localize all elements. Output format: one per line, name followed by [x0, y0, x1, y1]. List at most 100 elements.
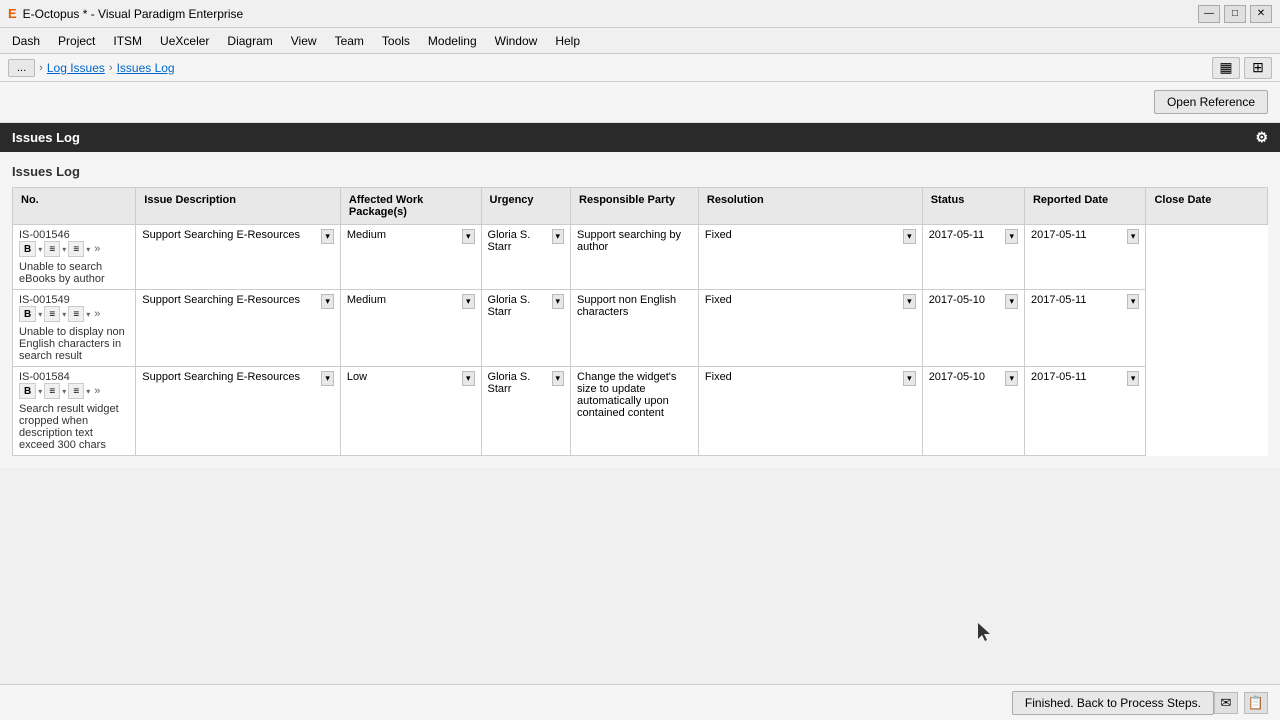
open-reference-button[interactable]: Open Reference — [1154, 90, 1268, 114]
cell-status-1: Fixed▾ — [698, 290, 922, 367]
menu-item-project[interactable]: Project — [50, 31, 103, 51]
cell-responsible-0: Gloria S. Starr ▾ — [481, 225, 571, 290]
main-content: Issues Log No. Issue Description Affecte… — [0, 152, 1280, 468]
menu-item-tools[interactable]: Tools — [374, 31, 418, 51]
close-date-dropdown[interactable]: ▾ — [1127, 229, 1140, 244]
affected-value: Support Searching E-Resources — [142, 371, 300, 383]
col-header-urgency: Urgency — [481, 188, 571, 225]
issue-description[interactable]: Search result widget cropped when descri… — [19, 403, 129, 451]
status-dropdown[interactable]: ▾ — [903, 294, 916, 309]
grid-view-icon[interactable]: ▦ — [1212, 57, 1240, 79]
cell-responsible-2: Gloria S. Starr ▾ — [481, 367, 571, 456]
menu-item-itsm[interactable]: ITSM — [105, 31, 150, 51]
status-dropdown[interactable]: ▾ — [903, 229, 916, 244]
list-btn-2[interactable]: ≡ — [68, 306, 84, 322]
close-date-value: 2017-05-11 — [1031, 371, 1086, 383]
close-button[interactable]: ✕ — [1250, 5, 1272, 23]
cell-status-0: Fixed ▾ — [698, 225, 922, 290]
reported-date-dropdown[interactable]: ▾ — [1005, 294, 1018, 309]
cell-status-2: Fixed ▾ — [698, 367, 922, 456]
responsible-value: Gloria S. Starr — [488, 229, 548, 253]
urgency-value: Medium — [347, 229, 386, 241]
cell-urgency-2: Low▾ — [340, 367, 481, 456]
cell-reported-date-0: 2017-05-11▾ — [922, 225, 1024, 290]
menu-item-dash[interactable]: Dash — [4, 31, 48, 51]
breadcrumb-bar: ... › Log Issues › Issues Log ▦ ⊞ — [0, 54, 1280, 82]
breadcrumb-ellipsis[interactable]: ... — [8, 59, 35, 77]
status-value: Fixed — [705, 229, 732, 241]
status-dropdown[interactable]: ▾ — [903, 371, 916, 386]
issue-id: IS-001546 — [19, 229, 129, 241]
urgency-dropdown[interactable]: ▾ — [462, 229, 475, 244]
window-controls: — □ ✕ — [1198, 5, 1272, 23]
issue-description[interactable]: Unable to search eBooks by author — [19, 261, 129, 285]
close-date-dropdown[interactable]: ▾ — [1127, 371, 1140, 386]
affected-value: Support Searching E-Resources — [142, 294, 300, 306]
table-row: IS-001546 B ▾ ≡ ▾ ≡ ▾ » Unable to search… — [13, 225, 1268, 290]
bold-btn[interactable]: B — [19, 306, 36, 322]
expand-btn[interactable]: » — [92, 243, 102, 255]
col-header-description: Issue Description — [136, 188, 341, 225]
urgency-dropdown[interactable]: ▾ — [462, 371, 475, 386]
expand-btn[interactable]: » — [92, 308, 102, 320]
app-title: E-Octopus * - Visual Paradigm Enterprise — [23, 7, 1198, 21]
list-btn-1[interactable]: ≡ — [44, 241, 60, 257]
affected-dropdown[interactable]: ▾ — [321, 229, 334, 244]
issue-description[interactable]: Unable to display non English characters… — [19, 326, 129, 362]
col-header-status: Status — [922, 188, 1024, 225]
table-body: IS-001546 B ▾ ≡ ▾ ≡ ▾ » Unable to search… — [13, 225, 1268, 456]
responsible-dropdown[interactable]: ▾ — [552, 229, 565, 244]
menu-item-view[interactable]: View — [283, 31, 325, 51]
breadcrumb-arrow-1: › — [39, 62, 43, 74]
responsible-dropdown[interactable]: ▾ — [552, 294, 565, 309]
menu-item-diagram[interactable]: Diagram — [219, 31, 280, 51]
email-icon[interactable]: ✉ — [1214, 692, 1238, 714]
issues-table: No. Issue Description Affected Work Pack… — [12, 187, 1268, 456]
breadcrumb-issues-log[interactable]: Issues Log — [117, 61, 175, 75]
menubar: DashProjectITSMUeXcelerDiagramViewTeamTo… — [0, 28, 1280, 54]
resolution-value: Change the widget's size to update autom… — [577, 371, 676, 419]
bold-btn[interactable]: B — [19, 241, 36, 257]
list-btn-2[interactable]: ≡ — [68, 383, 84, 399]
menu-item-team[interactable]: Team — [327, 31, 372, 51]
list-btn-1[interactable]: ≡ — [44, 306, 60, 322]
issues-log-settings-icon[interactable]: ⚙ — [1255, 129, 1268, 146]
expand-btn[interactable]: » — [92, 385, 102, 397]
reported-date-dropdown[interactable]: ▾ — [1005, 371, 1018, 386]
list-btn-1[interactable]: ≡ — [44, 383, 60, 399]
maximize-button[interactable]: □ — [1224, 5, 1246, 23]
affected-dropdown[interactable]: ▾ — [321, 371, 334, 386]
bold-btn[interactable]: B — [19, 383, 36, 399]
menu-item-window[interactable]: Window — [487, 31, 546, 51]
cursor — [978, 623, 990, 641]
issue-id: IS-001584 — [19, 371, 129, 383]
breadcrumb-log-issues[interactable]: Log Issues — [47, 61, 105, 75]
close-date-value: 2017-05-11 — [1031, 294, 1086, 306]
document-icon[interactable]: 📋 — [1244, 692, 1268, 714]
minimize-button[interactable]: — — [1198, 5, 1220, 23]
layout-icon[interactable]: ⊞ — [1244, 57, 1272, 79]
urgency-dropdown[interactable]: ▾ — [462, 294, 475, 309]
close-date-dropdown[interactable]: ▾ — [1127, 294, 1140, 309]
col-header-affected: Affected Work Package(s) — [340, 188, 481, 225]
menu-item-help[interactable]: Help — [547, 31, 588, 51]
cell-responsible-1: Gloria S. Starr▾ — [481, 290, 571, 367]
section-title: Issues Log — [12, 164, 1268, 179]
finished-button[interactable]: Finished. Back to Process Steps. — [1012, 691, 1214, 715]
table-row: IS-001584 B ▾ ≡ ▾ ≡ ▾ » Search result wi… — [13, 367, 1268, 456]
affected-dropdown[interactable]: ▾ — [321, 294, 334, 309]
reported-date-dropdown[interactable]: ▾ — [1005, 229, 1018, 244]
responsible-value: Gloria S. Starr — [488, 371, 548, 395]
cell-resolution-0: Support searching by author — [571, 225, 699, 290]
issue-id: IS-001549 — [19, 294, 129, 306]
list-btn-2[interactable]: ≡ — [68, 241, 84, 257]
open-ref-area: Open Reference — [0, 82, 1280, 123]
cell-affected-2: Support Searching E-Resources ▾ — [136, 367, 341, 456]
responsible-dropdown[interactable]: ▾ — [552, 371, 565, 386]
menu-item-uexceler[interactable]: UeXceler — [152, 31, 217, 51]
menu-item-modeling[interactable]: Modeling — [420, 31, 485, 51]
cell-urgency-0: Medium ▾ — [340, 225, 481, 290]
status-value: Fixed — [705, 371, 732, 383]
reported-date-value: 2017-05-10 — [929, 294, 985, 306]
bottom-right-icons: ✉ 📋 — [1214, 692, 1268, 714]
